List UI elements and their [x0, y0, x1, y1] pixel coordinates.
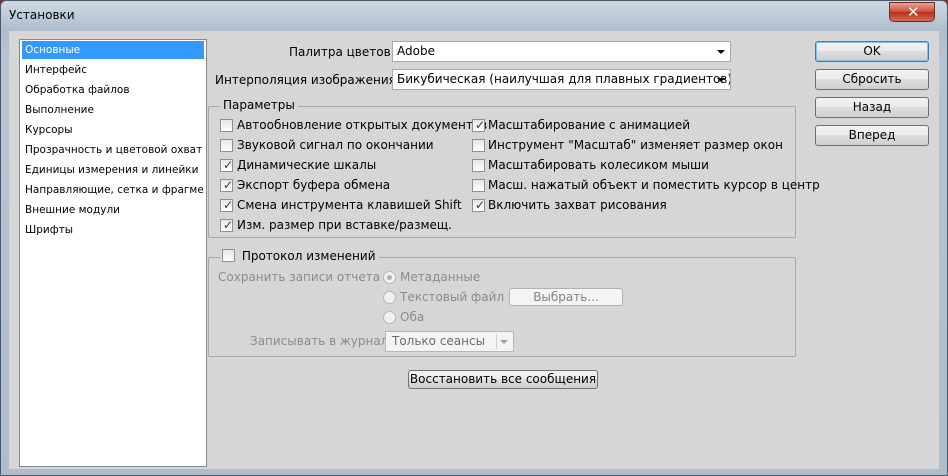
edit-log-items-value: Только сеансы: [392, 334, 486, 348]
checkbox-flick-panning-label[interactable]: Включить захват рисования: [488, 198, 667, 212]
chevron-down-icon: [717, 50, 725, 54]
radio-metadata-label[interactable]: Метаданные: [400, 270, 480, 284]
sidebar-item-cursors[interactable]: Курсоры: [22, 121, 204, 139]
sidebar-item-units[interactable]: Единицы измерения и линейки: [22, 161, 204, 179]
prev-button[interactable]: Назад: [815, 97, 929, 118]
checkbox-zoom-resizes-windows-label[interactable]: Инструмент "Масштаб" изменяет размер око…: [488, 138, 783, 152]
sidebar-item-plugins[interactable]: Внешние модули: [22, 201, 204, 219]
sidebar-item-general[interactable]: Основные: [22, 41, 204, 59]
checkbox-zoom-resizes-windows[interactable]: [472, 139, 485, 152]
options-group-legend: Параметры: [220, 98, 298, 112]
close-icon: ✕: [907, 3, 920, 21]
interpolation-label: Интерполяция изображения:: [215, 73, 400, 87]
edit-log-items-select[interactable]: Только сеансы: [385, 331, 514, 352]
interpolation-select[interactable]: Бикубическая (наилучшая для плавных град…: [392, 69, 731, 90]
category-list[interactable]: Основные Интерфейс Обработка файлов Выпо…: [19, 39, 207, 467]
checkbox-export-clipboard[interactable]: ✓: [220, 178, 234, 192]
sidebar-item-file-handling[interactable]: Обработка файлов: [22, 81, 204, 99]
history-log-legend: Протокол изменений: [220, 249, 379, 263]
checkbox-zoom-clicked-point-label[interactable]: Масш. нажатый объект и поместить курсор …: [488, 178, 820, 192]
checkbox-dynamic-sliders[interactable]: ✓: [220, 158, 234, 172]
checkbox-flick-panning[interactable]: ✓: [472, 198, 486, 212]
sidebar-item-type[interactable]: Шрифты: [22, 221, 204, 239]
checkbox-auto-update[interactable]: [220, 119, 233, 132]
checkmark-icon: ✓: [475, 118, 486, 132]
sidebar-item-interface[interactable]: Интерфейс: [22, 61, 204, 79]
checkbox-export-clipboard-label[interactable]: Экспорт буфера обмена: [237, 178, 390, 192]
checkbox-zoom-clicked-point[interactable]: [472, 179, 485, 192]
sidebar-item-transparency[interactable]: Прозрачность и цветовой охват: [22, 141, 204, 159]
sidebar-item-performance[interactable]: Выполнение: [22, 101, 204, 119]
checkbox-auto-update-label[interactable]: Автообновление открытых документов: [237, 118, 487, 132]
checkbox-dynamic-sliders-label[interactable]: Динамические шкалы: [237, 158, 376, 172]
chevron-down-icon: [500, 340, 508, 344]
checkbox-shift-tool-switch-label[interactable]: Смена инструмента клавишей Shift: [237, 198, 462, 212]
radio-both[interactable]: [383, 311, 396, 324]
dialog-client-area: Основные Интерфейс Обработка файлов Выпо…: [9, 31, 939, 469]
reset-warnings-button[interactable]: Восстановить все сообщения: [408, 370, 598, 389]
history-log-label[interactable]: Протокол изменений: [239, 249, 376, 263]
title-bar[interactable]: Установки ✕: [1, 1, 947, 31]
checkbox-animated-zoom[interactable]: ✓: [472, 118, 486, 132]
window-title: Установки: [9, 8, 75, 22]
checkbox-resize-on-place-label[interactable]: Изм. размер при вставке/размещ.: [237, 218, 452, 232]
checkbox-zoom-scroll-wheel-label[interactable]: Масштабировать колесиком мыши: [488, 158, 709, 172]
checkbox-history-log[interactable]: [222, 249, 235, 262]
checkmark-icon: ✓: [223, 158, 234, 172]
radio-text-file[interactable]: [383, 291, 396, 304]
close-button[interactable]: ✕: [889, 2, 935, 22]
preferences-window: Установки ✕ Основные Интерфейс Обработка…: [0, 0, 948, 476]
interpolation-value: Бикубическая (наилучшая для плавных град…: [397, 72, 731, 86]
save-log-label: Сохранить записи отчета в:: [218, 270, 395, 284]
checkmark-icon: ✓: [223, 178, 234, 192]
checkmark-icon: ✓: [223, 198, 234, 212]
color-picker-value: Adobe: [397, 44, 435, 58]
checkbox-beep-label[interactable]: Звуковой сигнал по окончании: [237, 138, 434, 152]
radio-metadata[interactable]: [383, 271, 396, 284]
checkmark-icon: ✓: [475, 198, 486, 212]
chevron-down-icon: [717, 78, 725, 82]
checkbox-shift-tool-switch[interactable]: ✓: [220, 198, 234, 212]
next-button[interactable]: Вперед: [815, 125, 929, 146]
reset-button[interactable]: Сбросить: [815, 69, 929, 90]
radio-text-file-label[interactable]: Текстовый файл: [400, 290, 504, 304]
color-picker-label: Палитра цветов:: [289, 45, 395, 59]
choose-file-button[interactable]: Выбрать...: [509, 288, 623, 306]
checkbox-beep[interactable]: [220, 139, 233, 152]
edit-log-items-label: Записывать в журнал:: [250, 334, 393, 348]
checkbox-animated-zoom-label[interactable]: Масштабирование с анимацией: [488, 118, 690, 132]
color-picker-select[interactable]: Adobe: [392, 41, 731, 62]
ok-button[interactable]: OK: [815, 41, 929, 62]
checkbox-resize-on-place[interactable]: ✓: [220, 218, 234, 232]
sidebar-item-guides[interactable]: Направляющие, сетка и фрагменты: [22, 181, 204, 199]
checkbox-zoom-scroll-wheel[interactable]: [472, 159, 485, 172]
checkmark-icon: ✓: [223, 218, 234, 232]
radio-both-label[interactable]: Оба: [400, 310, 424, 324]
